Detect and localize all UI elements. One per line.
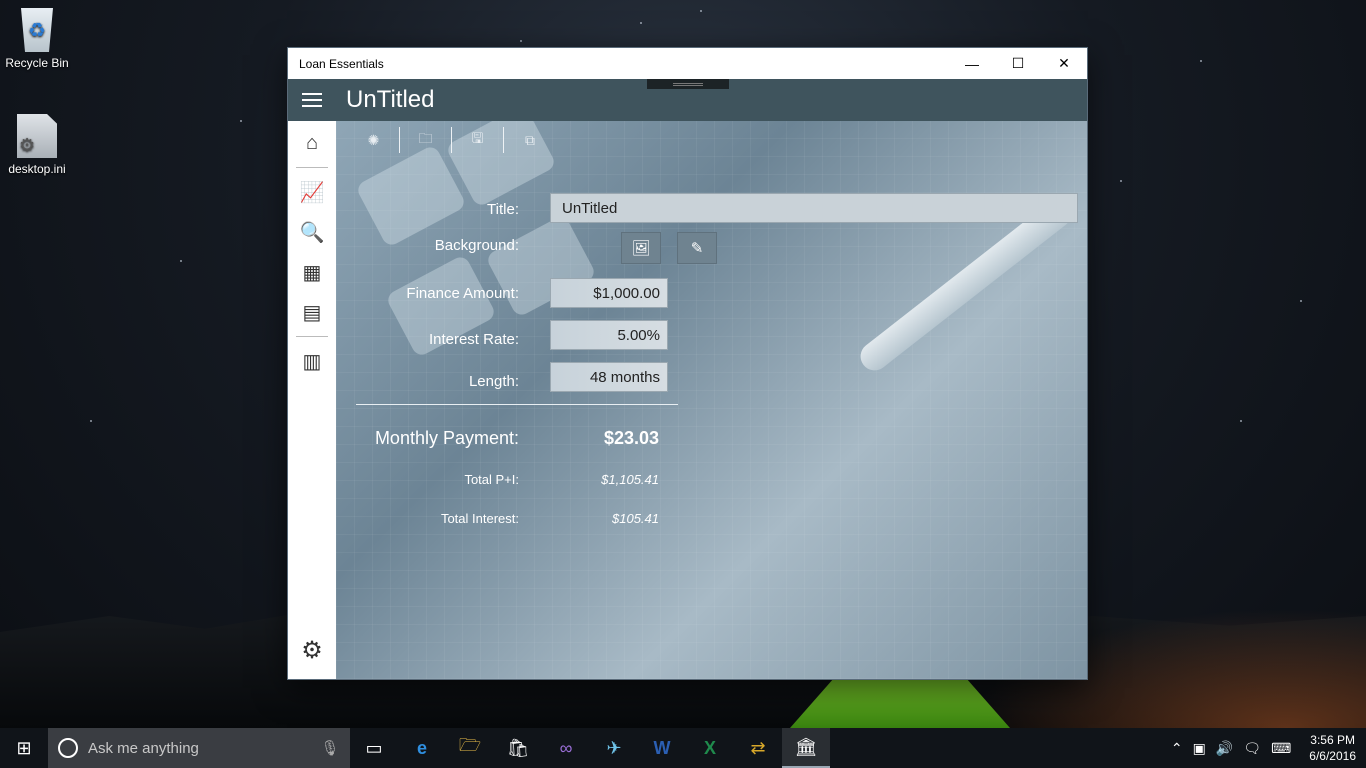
keyboard-icon[interactable]: ⌨ [1271,740,1291,757]
open-icon[interactable]: 🗀 [400,127,452,153]
app2-icon[interactable]: ⇄ [734,728,782,768]
title-label: Title: [487,201,519,218]
sidebar-divider [296,336,328,337]
settings-icon[interactable]: ⚙ [288,636,336,665]
total-pi-label: Total P+I: [464,472,519,487]
taskbar: ⊞ Ask me anything 🎙 ▭ e 🗁 🛍 ∞ ✈ W X ⇄ 🏛 … [0,728,1366,768]
finance-amount-label: Finance Amount: [406,285,519,302]
cortana-search-box[interactable]: Ask me anything 🎙 [48,728,350,768]
monthly-payment-value: $23.03 [603,428,659,448]
cortana-icon [58,738,78,758]
maximize-button[interactable]: ☐ [995,48,1041,79]
finance-amount-input[interactable]: $1,000.00 [550,278,668,308]
system-tray: ⌃ ▣ 🔊 🗨 ⌨ 3:56 PM 6/6/2016 [1171,728,1366,768]
settings-file-icon [17,114,57,158]
close-button[interactable]: ✕ [1041,48,1087,79]
document-search-icon[interactable]: 🔍 [288,212,336,252]
monthly-payment-label: Monthly Payment: [374,428,519,448]
store-icon[interactable]: 🛍 [494,728,542,768]
home-icon[interactable]: ⌂ [288,123,336,163]
interest-rate-label: Interest Rate: [428,331,519,348]
total-interest-value: $105.41 [612,511,659,526]
length-label: Length: [468,373,519,390]
background-image-button[interactable]: 🖼 [621,232,661,264]
microphone-icon[interactable]: 🎙 [310,739,350,757]
task-view-icon[interactable]: ▭ [350,728,398,768]
calculator-icon[interactable]: ▥ [288,341,336,381]
visual-studio-icon[interactable]: ∞ [542,728,590,768]
search-placeholder: Ask me anything [88,739,199,757]
content-pane: ✺ 🗀 🖫 ⧉ Title: UnTitled Background: 🖼 ✎ … [336,121,1087,679]
length-input[interactable]: 48 months [550,362,668,392]
calendar-day-icon[interactable]: ▤ [288,292,336,332]
desktop-icon-label: Recycle Bin [5,56,69,70]
minimize-button[interactable]: — [949,48,995,79]
app-window: Loan Essentials — ☐ ✕ UnTitled ⌂ 📈 🔍 ▦ ▤… [287,47,1088,680]
window-titlebar[interactable]: Loan Essentials — ☐ ✕ [288,48,1087,79]
word-icon[interactable]: W [638,728,686,768]
desktop-icon-recycle-bin[interactable]: Recycle Bin [0,8,74,70]
app-icon[interactable]: ✈ [590,728,638,768]
clock-date: 6/6/2016 [1309,749,1356,763]
page-title: UnTitled [346,86,435,113]
notifications-icon[interactable]: 🗨 [1243,740,1261,757]
app-header: UnTitled [288,79,1087,121]
interest-rate-input[interactable]: 5.00% [550,320,668,350]
clock-time: 3:56 PM [1310,733,1355,747]
sidebar-divider [296,167,328,168]
volume-icon[interactable]: 🔊 [1216,740,1233,757]
recycle-bin-icon [21,8,53,52]
total-interest-label: Total Interest: [440,511,519,526]
drag-handle[interactable] [647,79,729,89]
chart-icon[interactable]: 📈 [288,172,336,212]
chevron-up-icon[interactable]: ⌃ [1171,740,1183,757]
form-divider [356,404,678,405]
clock[interactable]: 3:56 PM 6/6/2016 [1309,732,1356,764]
window-title: Loan Essentials [299,56,384,71]
edge-icon[interactable]: e [398,728,446,768]
toolbar: ✺ 🗀 🖫 ⧉ [348,127,556,153]
hamburger-menu-icon[interactable] [288,79,336,121]
new-icon[interactable]: ✺ [348,127,400,153]
save-icon[interactable]: 🖫 [452,127,504,153]
excel-icon[interactable]: X [686,728,734,768]
windows-start-icon[interactable]: ⊞ [0,728,48,768]
network-icon[interactable]: ▣ [1193,740,1206,757]
file-explorer-icon[interactable]: 🗁 [446,728,494,768]
background-label: Background: [434,237,519,254]
desktop-icon-desktop-ini[interactable]: desktop.ini [0,114,74,176]
background-clear-button[interactable]: ✎ [677,232,717,264]
title-input[interactable]: UnTitled [550,193,1078,223]
body-area: ⌂ 📈 🔍 ▦ ▤ ▥ ⚙ ✺ 🗀 🖫 ⧉ Title: UnTitled Ba… [288,121,1087,679]
total-pi-value: $1,105.41 [601,472,659,487]
sidebar: ⌂ 📈 🔍 ▦ ▤ ▥ ⚙ [288,121,336,679]
background-decoration [354,143,468,249]
desktop-icon-label: desktop.ini [8,162,66,176]
calendar-icon[interactable]: ▦ [288,252,336,292]
loan-essentials-icon[interactable]: 🏛 [782,728,830,768]
copy-icon[interactable]: ⧉ [504,127,556,153]
